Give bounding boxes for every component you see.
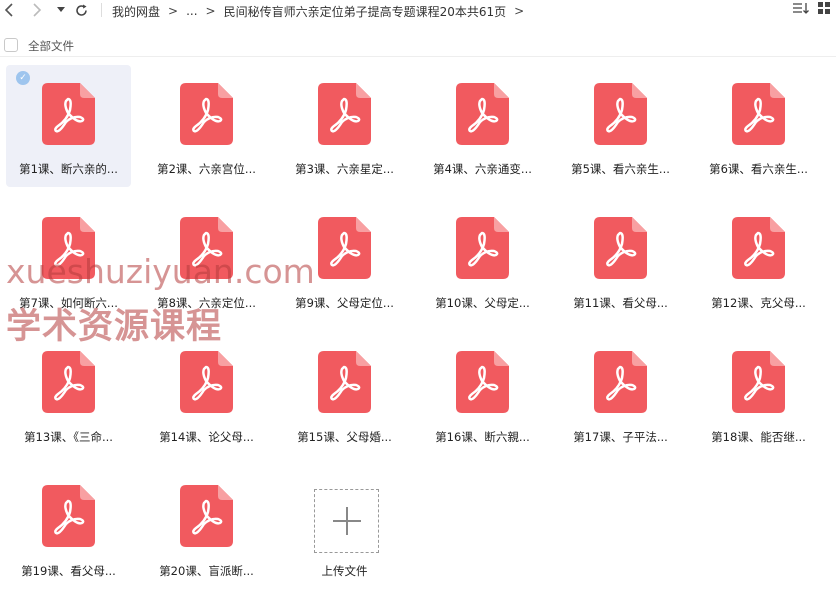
- grid-view-icon[interactable]: [818, 2, 830, 14]
- upload-label[interactable]: 上传文件: [282, 563, 407, 579]
- file-item[interactable]: 第8课、六亲定位...: [144, 199, 269, 321]
- file-item[interactable]: 第15课、父母婚...: [282, 333, 407, 455]
- sort-icon[interactable]: [792, 1, 810, 19]
- upload-tile[interactable]: 上传文件: [282, 483, 407, 605]
- file-item[interactable]: 第18课、能否继...: [696, 333, 821, 455]
- toolbar-divider: [101, 3, 102, 17]
- chevron-right-icon[interactable]: [30, 0, 44, 20]
- file-item[interactable]: 第2课、六亲宫位...: [144, 65, 269, 187]
- breadcrumb-root[interactable]: 我的网盘: [112, 3, 160, 20]
- pdf-file-icon: [42, 485, 95, 547]
- pdf-file-icon: [42, 351, 95, 413]
- file-item[interactable]: 第20课、盲派断...: [144, 467, 269, 589]
- file-item[interactable]: 第10课、父母定...: [420, 199, 545, 321]
- pdf-file-icon: [180, 351, 233, 413]
- pdf-file-icon: [180, 485, 233, 547]
- pdf-file-icon: [42, 83, 95, 145]
- breadcrumb: 我的网盘 > ... > 民间秘传盲师六亲定位弟子提高专题课程20本共61页 >: [112, 2, 532, 20]
- file-name: 第4课、六亲通变...: [433, 162, 532, 176]
- pdf-file-icon: [732, 217, 785, 279]
- pdf-file-icon: [318, 217, 371, 279]
- file-name: 第7课、如何断六...: [19, 296, 118, 310]
- pdf-file-icon: [594, 351, 647, 413]
- file-item[interactable]: 第16课、断六親...: [420, 333, 545, 455]
- file-item[interactable]: 第5课、看六亲生...: [558, 65, 683, 187]
- file-item[interactable]: 第14课、论父母...: [144, 333, 269, 455]
- file-name: 第14课、论父母...: [159, 430, 254, 444]
- file-name: 第17课、子平法...: [573, 430, 668, 444]
- file-item[interactable]: 第17课、子平法...: [558, 333, 683, 455]
- pdf-file-icon: [318, 351, 371, 413]
- file-name: 第2课、六亲宫位...: [157, 162, 256, 176]
- pdf-file-icon: [456, 351, 509, 413]
- pdf-file-icon: [594, 217, 647, 279]
- chevron-left-icon[interactable]: [2, 0, 16, 20]
- file-item[interactable]: 第19课、看父母...: [6, 467, 131, 589]
- file-item[interactable]: 第6课、看六亲生...: [696, 65, 821, 187]
- breadcrumb-current: 民间秘传盲师六亲定位弟子提高专题课程20本共61页: [223, 4, 507, 19]
- file-grid: ✓ 第1课、断六亲的... 第2课、六亲宫位... 第3课、六亲星定... 第4课、六亲…: [0, 60, 836, 595]
- pdf-file-icon: [732, 351, 785, 413]
- file-name: 第13课、《三命...: [24, 430, 113, 444]
- file-item[interactable]: 第9课、父母定位...: [282, 199, 407, 321]
- file-item[interactable]: 第7课、如何断六...: [6, 199, 131, 321]
- chevron-right-icon: >: [168, 4, 179, 18]
- file-name: 第19课、看父母...: [21, 564, 116, 578]
- file-item[interactable]: 第11课、看父母...: [558, 199, 683, 321]
- chevron-right-icon[interactable]: >: [514, 4, 524, 18]
- file-item[interactable]: 第4课、六亲通变...: [420, 65, 545, 187]
- file-name: 第9课、父母定位...: [295, 296, 394, 310]
- file-name: 第11课、看父母...: [573, 296, 668, 310]
- file-name: 第15课、父母婚...: [297, 430, 392, 444]
- file-name: 第18课、能否继...: [711, 430, 806, 444]
- file-name: 第6课、看六亲生...: [709, 162, 808, 176]
- file-name: 第20课、盲派断...: [159, 564, 254, 578]
- pdf-file-icon: [180, 217, 233, 279]
- file-name: 第12课、克父母...: [711, 296, 806, 310]
- select-all-label[interactable]: 全部文件: [28, 38, 74, 54]
- file-name: 第10课、父母定...: [435, 296, 530, 310]
- file-name: 第16课、断六親...: [435, 430, 530, 444]
- chevron-right-icon: >: [205, 4, 216, 18]
- toolbar: 我的网盘 > ... > 民间秘传盲师六亲定位弟子提高专题课程20本共61页 >: [0, 0, 836, 22]
- file-item[interactable]: ✓ 第1课、断六亲的...: [6, 65, 131, 187]
- select-all-checkbox[interactable]: [4, 38, 18, 52]
- refresh-icon[interactable]: [74, 0, 88, 20]
- pdf-file-icon: [42, 217, 95, 279]
- caret-down-icon[interactable]: [55, 0, 67, 20]
- file-name: 第1课、断六亲的...: [19, 162, 118, 176]
- breadcrumb-ellipsis[interactable]: ...: [186, 4, 197, 18]
- upload-button[interactable]: [314, 489, 379, 553]
- file-name: 第8课、六亲定位...: [157, 296, 256, 310]
- check-icon[interactable]: ✓: [16, 71, 30, 85]
- pdf-file-icon: [594, 83, 647, 145]
- pdf-file-icon: [180, 83, 233, 145]
- file-item[interactable]: 第3课、六亲星定...: [282, 65, 407, 187]
- file-name: 第3课、六亲星定...: [295, 162, 394, 176]
- pdf-file-icon: [732, 83, 785, 145]
- file-item[interactable]: 第12课、克父母...: [696, 199, 821, 321]
- file-item[interactable]: 第13课、《三命...: [6, 333, 131, 455]
- pdf-file-icon: [318, 83, 371, 145]
- select-bar: 全部文件: [0, 30, 836, 57]
- pdf-file-icon: [456, 83, 509, 145]
- pdf-file-icon: [456, 217, 509, 279]
- file-name: 第5课、看六亲生...: [571, 162, 670, 176]
